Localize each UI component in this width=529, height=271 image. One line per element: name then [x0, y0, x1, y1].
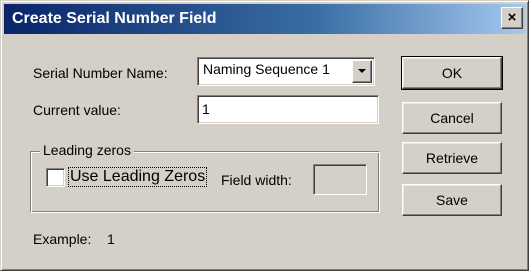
field-width-label: Field width:	[221, 172, 292, 188]
serial-number-name-combo[interactable]: Naming Sequence 1	[197, 57, 375, 86]
save-button[interactable]: Save	[402, 184, 502, 216]
field-width-input[interactable]	[318, 168, 362, 188]
chevron-down-icon	[358, 69, 366, 73]
create-serial-number-dialog: Create Serial Number Field × Serial Numb…	[0, 0, 529, 271]
use-leading-zeros-label[interactable]: Use Leading Zeros	[67, 167, 208, 187]
close-button[interactable]: ×	[501, 7, 523, 29]
use-leading-zeros-checkbox[interactable]	[46, 168, 65, 187]
window-title: Create Serial Number Field	[12, 10, 217, 27]
field-width-field-frame	[313, 164, 367, 195]
current-value-input[interactable]	[202, 99, 374, 119]
close-icon: ×	[507, 9, 517, 26]
ok-button[interactable]: OK	[401, 56, 503, 90]
example-value: 1	[107, 231, 115, 247]
leading-zeros-group-title: Leading zeros	[40, 142, 134, 158]
dropdown-button[interactable]	[352, 60, 372, 83]
serial-number-name-value: Naming Sequence 1	[203, 61, 330, 77]
title-bar[interactable]: Create Serial Number Field ×	[4, 4, 526, 34]
example-label: Example:	[33, 231, 92, 247]
current-value-label: Current value:	[33, 102, 121, 118]
retrieve-button[interactable]: Retrieve	[402, 142, 502, 174]
serial-number-name-label: Serial Number Name:	[33, 65, 168, 81]
current-value-field-frame	[197, 95, 379, 124]
cancel-button[interactable]: Cancel	[402, 102, 502, 134]
